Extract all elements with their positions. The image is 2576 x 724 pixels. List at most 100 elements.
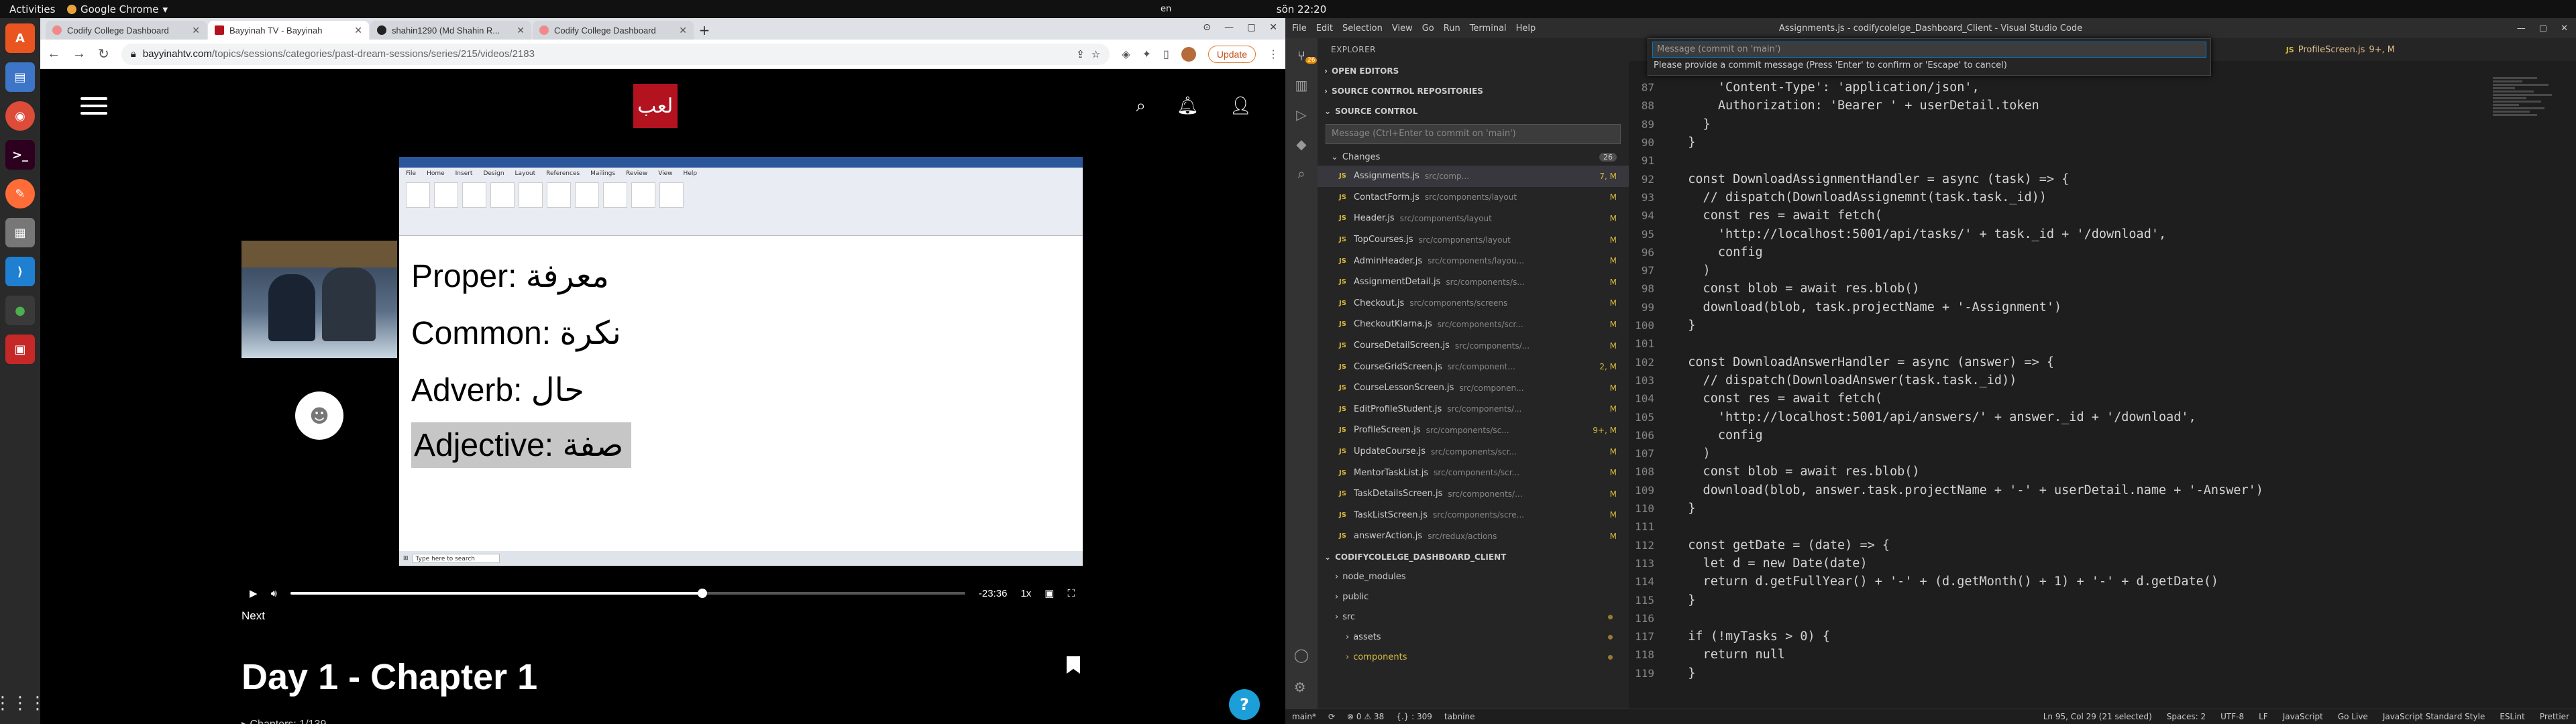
close-icon[interactable]: ✕ [354,25,362,36]
list-item[interactable]: JS TaskDetailsScreen.js src/components/...… [1318,483,1629,505]
list-item[interactable]: JS CourseDetailScreen.js src/components/..… [1318,335,1629,357]
list-item[interactable]: JS ProfileScreen.js src/components/sc... 9+… [1318,420,1629,441]
list-item[interactable]: JS CourseLessonScreen.js src/componen... M [1318,377,1629,399]
section-open-editors[interactable]: › OPEN EDITORS [1318,61,1629,81]
progress-bar[interactable] [290,589,965,598]
menu-kebab-icon[interactable]: ⋮ [1268,48,1279,61]
mongodb-icon[interactable]: ● [5,296,35,325]
commit-message-input[interactable]: Message (Ctrl+Enter to commit on 'main') [1326,124,1621,144]
chrome-dock-icon[interactable]: ◉ [5,101,35,131]
activities-button[interactable]: Activities [9,3,55,15]
app-grid-icon[interactable]: ⋮⋮⋮ [0,693,46,713]
bell-icon[interactable]: 🔔︎ [1177,96,1199,117]
clock[interactable]: sön 22:20 [1261,3,1342,15]
status-item[interactable]: UTF-8 [2220,712,2244,721]
status-item[interactable]: JavaScript [2283,712,2323,721]
list-item[interactable]: JS EditProfileStudent.js src/components/..… [1318,399,1629,420]
url-field[interactable]: 🔒︎ bayyinahtv.com/topics/sessions/catego… [121,43,1110,65]
status-item[interactable]: LF [2259,712,2268,721]
list-item[interactable]: JS CheckoutKlarna.js src/components/scr...… [1318,314,1629,335]
settings-gear-icon[interactable]: ⚙ [1294,679,1309,695]
search-icon[interactable]: ⌕ [1297,166,1305,182]
list-item[interactable]: JS Assignments.js src/comp... 7, M [1318,166,1629,187]
list-item[interactable]: JS TopCourses.js src/components/layout M [1318,229,1629,251]
tree-item[interactable]: › components [1318,648,1629,668]
section-source-control[interactable]: ⌄ SOURCE CONTROL [1318,101,1629,121]
status-item[interactable]: Go Live [2338,712,2368,721]
list-item[interactable]: JS ContactForm.js src/components/layout M [1318,187,1629,208]
tab-search-icon[interactable]: ⊙ [1203,22,1211,33]
app-menu[interactable]: Google Chrome ▾ [67,3,168,15]
menu-item[interactable]: Terminal [1470,23,1507,34]
play-icon[interactable]: ▶ [250,587,258,599]
symbols-indicator[interactable]: {.} : 309 [1396,712,1432,721]
list-item[interactable]: JS UpdateCourse.js src/components/scr... M [1318,441,1629,463]
avatar[interactable] [1181,46,1196,62]
vscode-icon[interactable]: ⟩ [5,257,35,286]
list-item[interactable]: JS AssignmentDetail.js src/components/s...… [1318,272,1629,293]
new-tab-button[interactable]: + [695,21,714,40]
menu-item[interactable]: View [1392,23,1413,34]
list-item[interactable]: JS answerAction.js src/redux/actions M [1318,526,1629,547]
minimize-icon[interactable]: — [2517,23,2526,34]
maximize-icon[interactable]: ▢ [2539,23,2547,34]
menu-item[interactable]: Run [1444,23,1460,34]
branch-indicator[interactable]: main* [1292,712,1316,721]
files-icon[interactable]: ▤ [5,62,35,92]
search-icon[interactable]: ⌕ [1136,96,1146,117]
close-icon[interactable]: ✕ [517,25,525,36]
close-window-icon[interactable]: ✕ [1269,22,1277,33]
layers-icon[interactable]: ▦ [5,218,35,247]
ubuntu-software-icon[interactable]: A [5,23,35,53]
puzzle-icon[interactable]: ✦ [1142,48,1151,61]
bayyinah-logo[interactable]: لعب [633,84,678,128]
menu-item[interactable]: Help [1516,23,1536,34]
close-window-icon[interactable]: ✕ [2561,23,2568,34]
speed-button[interactable]: 1x [1020,588,1031,599]
sidebar-icon[interactable]: ▯ [1163,48,1169,61]
close-icon[interactable]: ✕ [679,25,687,36]
account-icon[interactable]: ◯ [1294,647,1309,663]
language-indicator[interactable]: en [1161,4,1171,14]
list-item[interactable]: JS CourseGridScreen.js src/component... 2, … [1318,356,1629,377]
explorer-icon[interactable]: ▥ [1295,77,1308,93]
status-item[interactable]: JavaScript Standard Style [2383,712,2485,721]
pip-icon[interactable]: ▣ [1044,587,1054,599]
changes-header[interactable]: ⌄ Changes 26 [1318,148,1629,166]
terminal-icon[interactable]: >_ [5,140,35,170]
menu-item[interactable]: Edit [1316,23,1333,34]
help-button[interactable]: ? [1229,689,1260,720]
tree-item[interactable]: › public [1318,587,1629,607]
extension-icon[interactable]: ◈ [1122,48,1130,61]
progress-handle[interactable] [697,589,707,598]
tab-bayyinah[interactable]: Bayyinah TV - Bayyinah ✕ [208,21,369,40]
status-item[interactable]: ESLint [2500,712,2525,721]
menu-item[interactable]: File [1292,23,1307,34]
menu-item[interactable]: Selection [1342,23,1383,34]
status-item[interactable]: Ln 95, Col 29 (21 selected) [2043,712,2152,721]
tab-codify-1[interactable]: Codify College Dashboard ✕ [46,21,207,40]
list-item[interactable]: JS TaskListScreen.js src/components/scre..… [1318,505,1629,526]
problems-indicator[interactable]: ⊗ 0 ⚠ 38 [1347,712,1384,721]
share-icon[interactable]: ⇪ [1076,48,1085,60]
user-icon[interactable]: 👤︎ [1230,96,1252,117]
run-debug-icon[interactable]: ▷ [1296,107,1306,123]
close-icon[interactable]: ✕ [192,25,200,36]
tabnine-indicator[interactable]: tabnine [1444,712,1475,721]
list-item[interactable]: JS Checkout.js src/components/screens M [1318,293,1629,314]
maximize-icon[interactable]: ▢ [1247,22,1256,33]
postman-icon[interactable]: ✎ [5,179,35,208]
video-player[interactable]: ☻ File Home Insert Design Layout References Ma… [241,157,1083,606]
update-button[interactable]: Update [1208,45,1256,63]
tree-item[interactable]: › node_modules [1318,567,1629,587]
list-item[interactable]: JS MentorTaskList.js src/components/scr...… [1318,462,1629,483]
minimap[interactable] [2493,76,2567,411]
presenter-avatar-icon[interactable]: ☻ [295,391,343,440]
list-item[interactable]: JS AdminHeader.js src/components/layou... M [1318,250,1629,272]
menu-item[interactable]: Go [1422,23,1434,34]
tab-github[interactable]: shahin1290 (Md Shahin R... ✕ [370,21,531,40]
project-root[interactable]: ⌄ CODIFYCOLELGE_DASHBOARD_CLIENT [1318,547,1629,567]
status-item[interactable]: Prettier [2540,712,2569,721]
docker-icon[interactable]: ◆ [1296,136,1306,152]
back-icon[interactable]: ← [47,46,60,62]
